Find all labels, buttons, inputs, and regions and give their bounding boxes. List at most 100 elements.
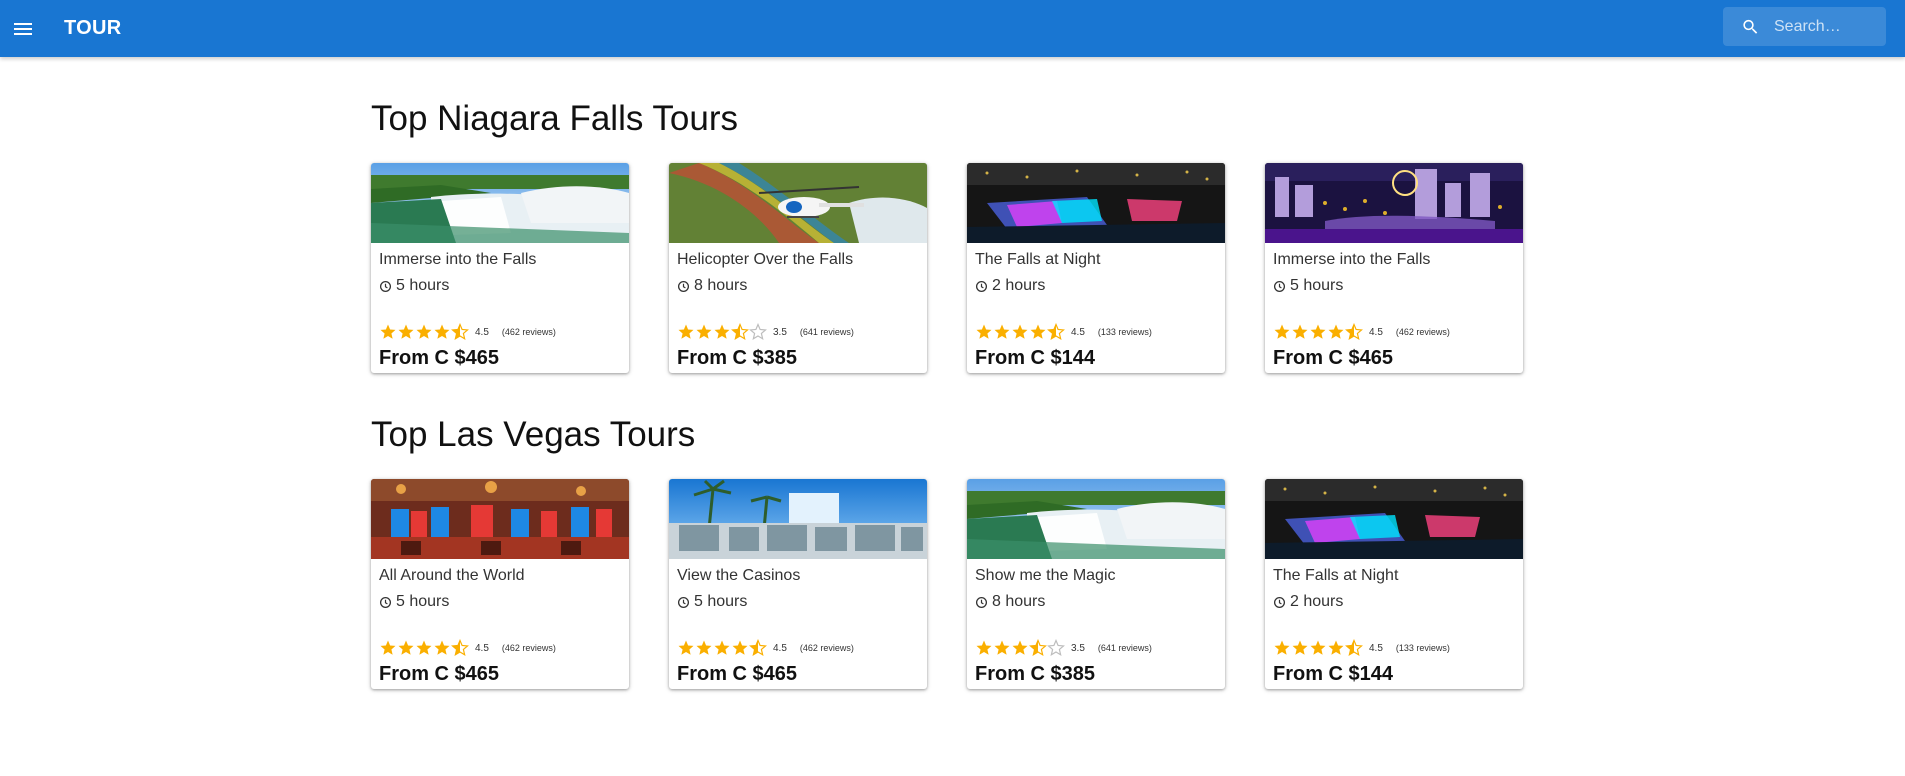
star-full-icon xyxy=(1328,324,1344,339)
tour-duration-text: 8 hours xyxy=(694,277,748,294)
tour-card[interactable]: The Falls at Night 2 hours 4.5 (133 revi… xyxy=(967,163,1225,373)
star-full-icon xyxy=(696,324,712,339)
star-full-icon xyxy=(380,324,396,339)
tour-card[interactable]: View the Casinos 5 hours 4.5 (462 review… xyxy=(669,479,927,689)
star-full-icon xyxy=(434,640,450,655)
tour-duration: 2 hours xyxy=(1273,593,1343,611)
star-full-icon xyxy=(1310,324,1326,339)
review-count: (133 reviews) xyxy=(1097,327,1152,337)
clock-icon xyxy=(379,596,392,608)
tour-title: Helicopter Over the Falls xyxy=(677,251,854,268)
star-full-icon xyxy=(976,640,992,655)
app-bar: TOUR xyxy=(0,0,1905,57)
tour-price: From C $465 xyxy=(379,663,500,685)
star-full-icon xyxy=(994,640,1010,655)
star-rating xyxy=(1273,323,1363,341)
tour-duration-text: 2 hours xyxy=(992,277,1046,294)
clock-icon xyxy=(975,280,988,292)
review-count: (641 reviews) xyxy=(799,327,854,337)
menu-icon xyxy=(14,22,32,35)
clock-icon xyxy=(1273,280,1286,292)
tour-price: From C $465 xyxy=(677,663,798,685)
star-full-icon xyxy=(1012,640,1028,655)
tour-duration: 5 hours xyxy=(379,593,449,611)
star-half-icon xyxy=(731,323,749,340)
star-full-icon xyxy=(696,640,712,655)
star-full-icon xyxy=(678,640,694,655)
review-count: (462 reviews) xyxy=(1395,327,1450,337)
section-title-vegas: Top Las Vegas Tours xyxy=(371,415,696,454)
rating-value: 4.5 xyxy=(1071,326,1085,338)
review-count: (462 reviews) xyxy=(799,643,854,653)
rating-value: 4.5 xyxy=(475,326,489,338)
star-full-icon xyxy=(1012,324,1028,339)
tour-duration: 5 hours xyxy=(379,277,449,295)
tour-rating: 3.5 (641 reviews) xyxy=(677,323,854,341)
star-full-icon xyxy=(678,324,694,339)
star-full-icon xyxy=(994,324,1010,339)
tour-duration: 8 hours xyxy=(677,277,747,295)
star-rating xyxy=(677,323,767,341)
star-rating xyxy=(975,323,1065,341)
clock-icon xyxy=(379,280,392,292)
review-count: (462 reviews) xyxy=(501,643,556,653)
star-full-icon xyxy=(416,640,432,655)
star-full-icon xyxy=(1274,640,1290,655)
tour-rating: 4.5 (462 reviews) xyxy=(677,639,854,657)
tour-duration-text: 2 hours xyxy=(1290,593,1344,610)
clock-icon xyxy=(975,596,988,608)
brand-title: TOUR xyxy=(64,17,122,39)
star-full-icon xyxy=(714,640,730,655)
tour-duration-text: 5 hours xyxy=(396,277,450,294)
star-empty-icon xyxy=(749,323,767,340)
tour-duration: 5 hours xyxy=(1273,277,1343,295)
review-count: (641 reviews) xyxy=(1097,643,1152,653)
tour-title: View the Casinos xyxy=(677,567,801,584)
tour-title: The Falls at Night xyxy=(1273,567,1399,584)
rating-value: 4.5 xyxy=(1369,642,1383,654)
star-half-icon xyxy=(1029,639,1047,656)
tour-price: From C $144 xyxy=(975,347,1096,369)
tour-card[interactable]: The Falls at Night 2 hours 4.5 (133 revi… xyxy=(1265,479,1523,689)
star-rating xyxy=(975,639,1065,657)
tour-grid-niagara: Immerse into the Falls 5 hours 4.5 (462 … xyxy=(371,163,1523,373)
search-input[interactable] xyxy=(1772,16,1886,37)
star-full-icon xyxy=(398,640,414,655)
star-full-icon xyxy=(398,324,414,339)
tour-price: From C $465 xyxy=(379,347,500,369)
star-full-icon xyxy=(380,640,396,655)
tour-image xyxy=(371,163,629,243)
tour-duration: 8 hours xyxy=(975,593,1045,611)
tour-title: All Around the World xyxy=(379,567,525,584)
tour-price: From C $385 xyxy=(677,347,798,369)
tour-duration-text: 5 hours xyxy=(694,593,748,610)
star-half-icon xyxy=(451,639,469,656)
tour-image xyxy=(967,479,1225,559)
section-title-niagara: Top Niagara Falls Tours xyxy=(371,99,739,138)
tour-card[interactable]: Show me the Magic 8 hours 3.5 (641 revie… xyxy=(967,479,1225,689)
clock-icon xyxy=(677,596,690,608)
tour-image xyxy=(967,163,1225,243)
tour-card[interactable]: Helicopter Over the Falls 8 hours 3.5 (6… xyxy=(669,163,927,373)
tour-rating: 4.5 (462 reviews) xyxy=(1273,323,1450,341)
star-rating xyxy=(379,639,469,657)
star-half-icon xyxy=(1047,323,1065,340)
tour-duration: 2 hours xyxy=(975,277,1045,295)
rating-value: 3.5 xyxy=(1071,642,1085,654)
tour-card[interactable]: All Around the World 5 hours 4.5 (462 re… xyxy=(371,479,629,689)
tour-duration-text: 8 hours xyxy=(992,593,1046,610)
tour-title: Show me the Magic xyxy=(975,567,1116,584)
review-count: (133 reviews) xyxy=(1395,643,1450,653)
tour-card[interactable]: Immerse into the Falls 5 hours 4.5 (462 … xyxy=(1265,163,1523,373)
menu-button[interactable] xyxy=(2,8,44,50)
star-full-icon xyxy=(1328,640,1344,655)
tour-title: Immerse into the Falls xyxy=(1273,251,1431,268)
clock-icon xyxy=(1273,596,1286,608)
tour-duration-text: 5 hours xyxy=(1290,277,1344,294)
tour-title: The Falls at Night xyxy=(975,251,1101,268)
tour-duration: 5 hours xyxy=(677,593,747,611)
tour-title: Immerse into the Falls xyxy=(379,251,537,268)
tour-rating: 4.5 (462 reviews) xyxy=(379,639,556,657)
search-box[interactable] xyxy=(1723,7,1886,46)
tour-card[interactable]: Immerse into the Falls 5 hours 4.5 (462 … xyxy=(371,163,629,373)
